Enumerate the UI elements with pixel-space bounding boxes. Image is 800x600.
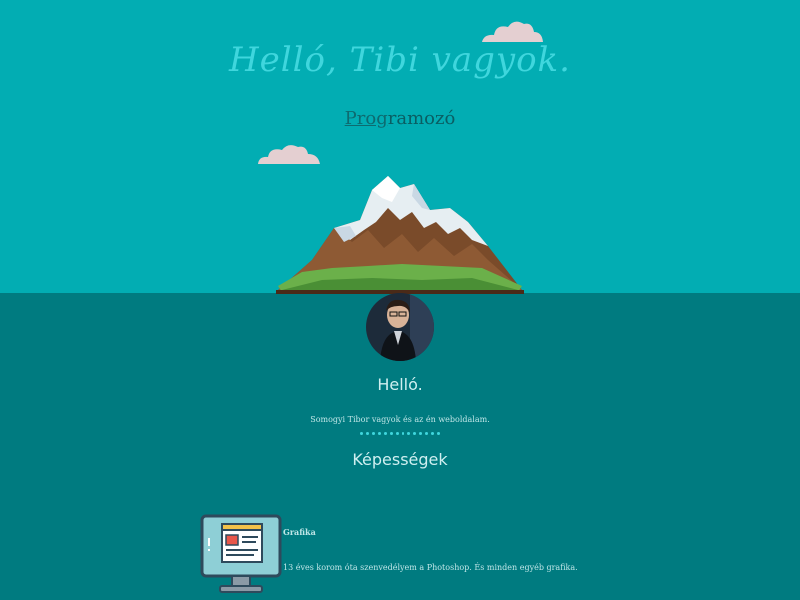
greeting-heading: Helló.: [377, 375, 423, 394]
mountain-illustration: [276, 176, 524, 294]
cloud-icon: [258, 145, 320, 164]
hero-subtitle-link[interactable]: Prog: [345, 108, 388, 129]
hero-subtitle-rest: ramozó: [387, 108, 456, 129]
avatar: [366, 293, 434, 361]
profile-photo: [366, 293, 434, 361]
skill-description: 13 éves korom óta szenvedélyem a Photosh…: [283, 563, 578, 572]
monitor-icon: [200, 514, 282, 593]
intro-text: Somogyi Tibor vagyok és az én weboldalam…: [310, 415, 490, 424]
skill-name: Grafika: [283, 527, 316, 537]
skills-heading: Képességek: [352, 450, 448, 469]
hero-title: Helló, Tibi vagyok.: [229, 40, 571, 80]
hero-subtitle: Programozó: [0, 108, 800, 129]
divider-dots: [360, 432, 440, 436]
